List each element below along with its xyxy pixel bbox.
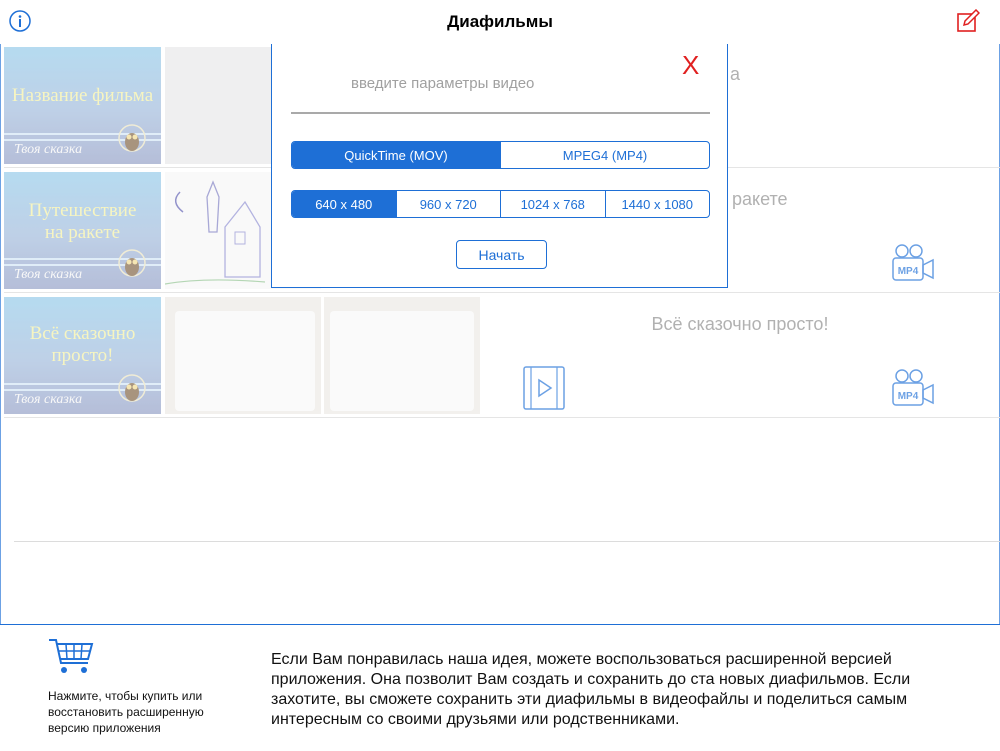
resolution-option-1024[interactable]: 1024 x 768 xyxy=(500,191,605,217)
format-option-mov[interactable]: QuickTime (MOV) xyxy=(292,142,500,168)
resolution-segmented-control: 640 x 480 960 x 720 1024 x 768 1440 x 10… xyxy=(291,190,710,218)
page-title: Диафильмы xyxy=(447,12,553,31)
nav-bar: Диафильмы xyxy=(0,0,1000,44)
resolution-option-1440[interactable]: 1440 x 1080 xyxy=(604,191,710,217)
resolution-option-960[interactable]: 960 x 720 xyxy=(395,191,501,217)
close-button[interactable]: X xyxy=(682,50,699,81)
format-option-mp4[interactable]: MPEG4 (MP4) xyxy=(500,142,709,168)
row-divider xyxy=(14,541,1000,542)
start-button[interactable]: Начать xyxy=(456,240,547,269)
promo-text: Если Вам понравилась наша идея, можете в… xyxy=(271,651,911,728)
purchase-footer: Нажмите, чтобы купить или восстановить р… xyxy=(0,624,1000,751)
video-export-popover: X QuickTime (MOV) MPEG4 (MP4) 640 x 480 … xyxy=(271,44,728,288)
resolution-option-640[interactable]: 640 x 480 xyxy=(292,191,396,217)
video-params-input[interactable] xyxy=(291,54,710,114)
purchase-hint[interactable]: Нажмите, чтобы купить или восстановить р… xyxy=(48,688,248,736)
format-segmented-control: QuickTime (MOV) MPEG4 (MP4) xyxy=(291,141,710,169)
shopping-cart-icon[interactable] xyxy=(48,637,94,675)
compose-icon[interactable] xyxy=(956,9,980,33)
